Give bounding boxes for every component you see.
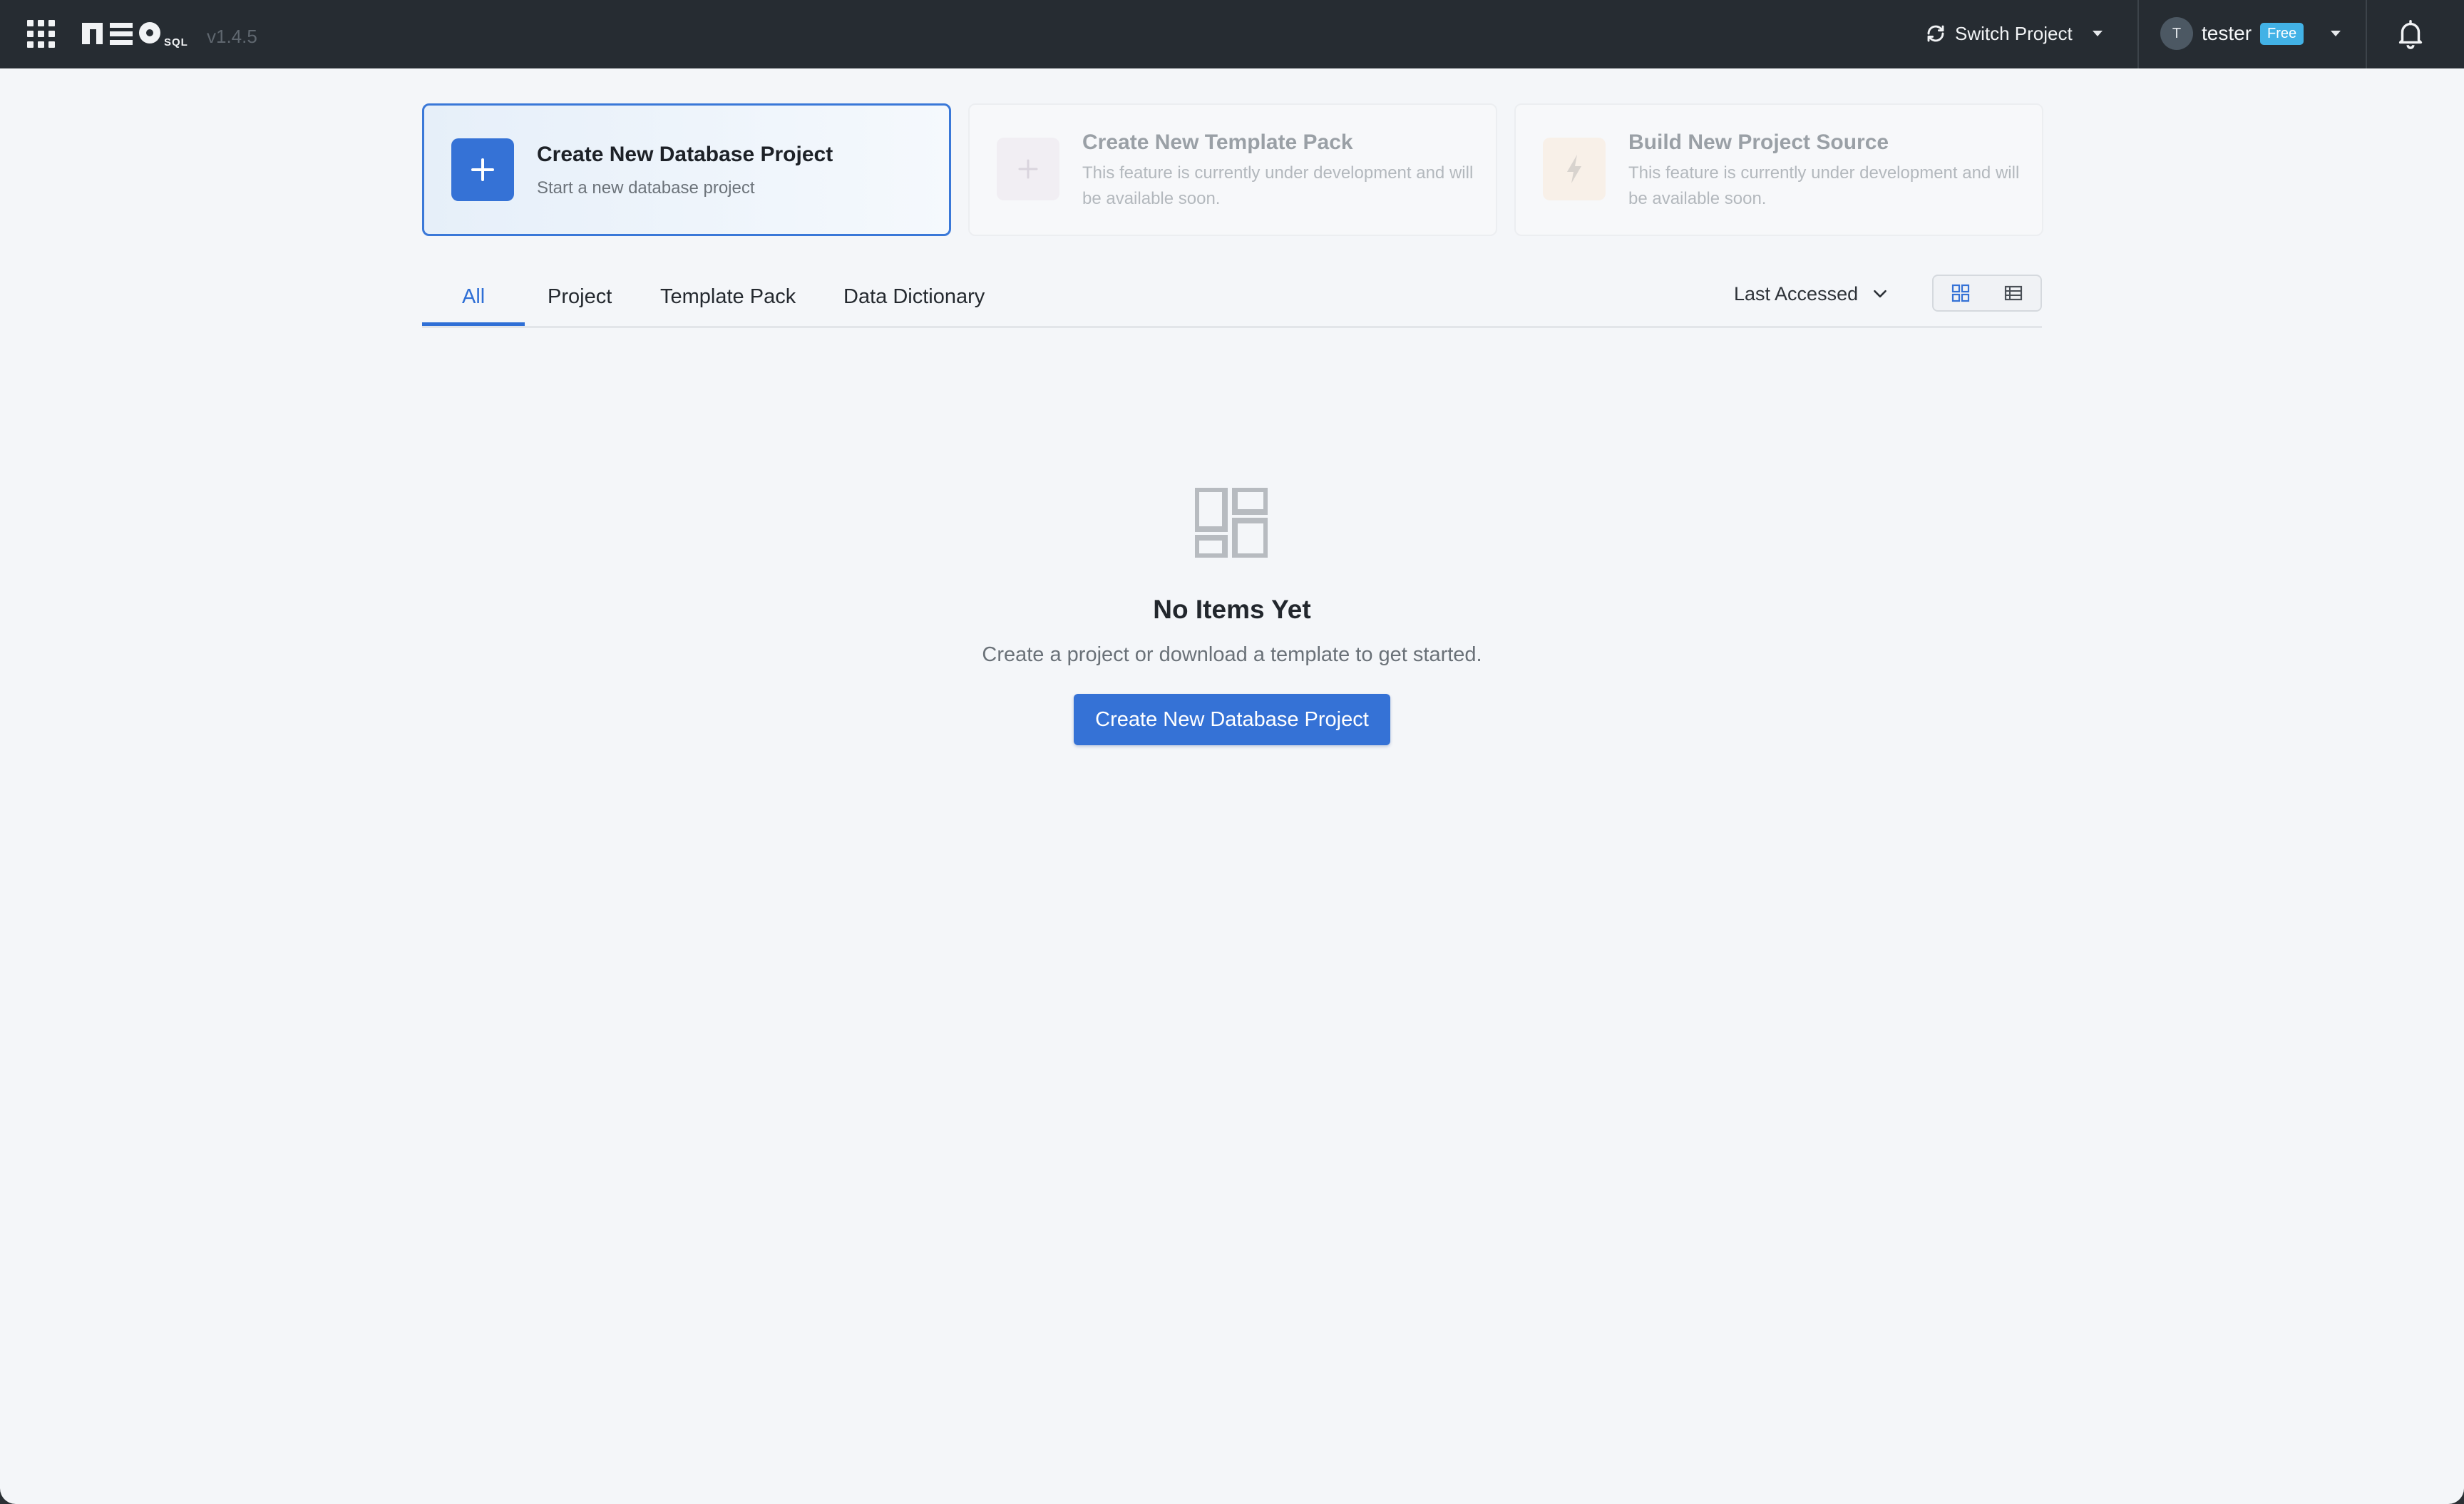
tab-data-dictionary[interactable]: Data Dictionary	[843, 285, 985, 309]
sort-dropdown[interactable]: Last Accessed	[1734, 280, 1889, 308]
top-bar: SQL v1.4.5 Switch Project T tester Free	[0, 0, 2464, 68]
divider	[2137, 0, 2139, 68]
tab-all[interactable]: All	[462, 285, 485, 309]
chevron-down-icon	[1874, 290, 1886, 298]
switch-project-label: Switch Project	[1955, 22, 2073, 44]
tab-template-pack[interactable]: Template Pack	[660, 285, 796, 309]
build-project-source-card: Build New Project Source This feature is…	[1514, 103, 2043, 236]
username: tester	[2202, 22, 2252, 44]
card-subtitle: This feature is currently under developm…	[1628, 163, 2020, 208]
card-title: Create New Template Pack	[1082, 131, 1353, 154]
view-toggle	[1932, 275, 2042, 312]
chevron-down-icon	[2331, 31, 2341, 36]
empty-state-title: No Items Yet	[1153, 595, 1311, 624]
sort-selected-label: Last Accessed	[1734, 282, 1859, 305]
app-logo[interactable]: SQL	[80, 20, 201, 48]
card-subtitle: Start a new database project	[537, 178, 755, 198]
bell-icon[interactable]	[2394, 17, 2427, 50]
create-database-project-button[interactable]: Create New Database Project	[1074, 694, 1390, 745]
refresh-icon	[1927, 25, 1944, 42]
list-view-icon	[2004, 285, 2023, 301]
dashboard-icon	[1195, 488, 1268, 558]
plan-badge: Free	[2260, 22, 2304, 45]
chevron-down-icon	[2092, 31, 2103, 36]
empty-state-description: Create a project or download a template …	[982, 643, 1482, 666]
grid-view-button[interactable]	[1936, 280, 1985, 307]
create-template-pack-card: Create New Template Pack This feature is…	[968, 103, 1497, 236]
plus-icon	[451, 138, 514, 201]
active-tab-indicator	[422, 322, 525, 326]
switch-project-button[interactable]: Switch Project	[1925, 16, 2103, 51]
svg-text:SQL: SQL	[164, 36, 188, 48]
plus-icon	[997, 138, 1059, 200]
app-window: SQL v1.4.5 Switch Project T tester Free	[0, 0, 2464, 1504]
lightning-icon	[1543, 138, 1606, 200]
grid-view-icon	[1951, 284, 1970, 302]
card-subtitle: This feature is currently under developm…	[1082, 163, 1474, 208]
tab-project[interactable]: Project	[548, 285, 612, 309]
avatar: T	[2160, 17, 2193, 50]
list-view-button[interactable]	[1989, 280, 2038, 307]
card-title: Build New Project Source	[1628, 131, 1889, 154]
create-database-project-card[interactable]: Create New Database Project Start a new …	[422, 103, 951, 236]
apps-grid-icon[interactable]	[26, 19, 57, 50]
card-title: Create New Database Project	[537, 143, 833, 166]
app-version: v1.4.5	[207, 26, 257, 47]
divider	[2366, 0, 2367, 68]
user-menu[interactable]: T tester Free	[2160, 16, 2341, 51]
